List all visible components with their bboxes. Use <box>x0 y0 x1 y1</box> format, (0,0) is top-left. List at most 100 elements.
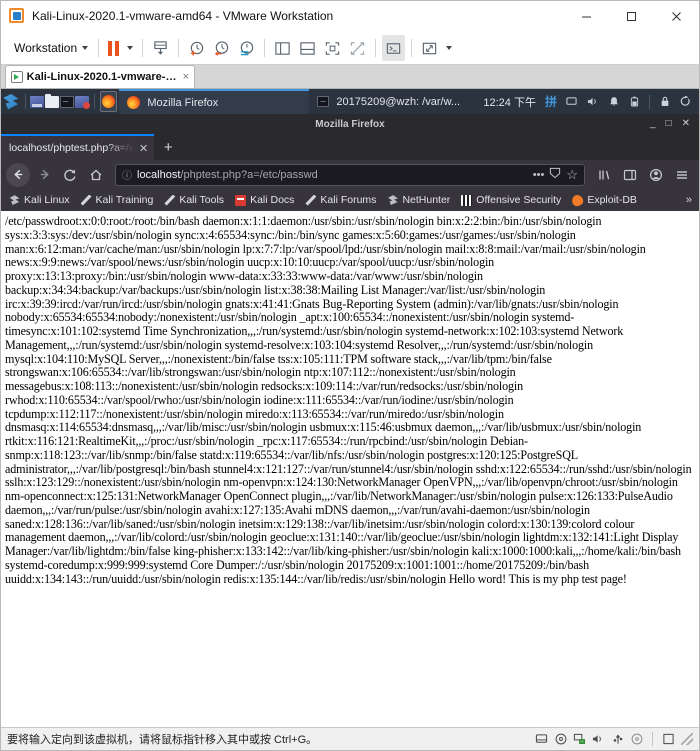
sidebar-icon[interactable] <box>618 163 642 187</box>
network-adapter-icon[interactable] <box>573 733 586 746</box>
home-icon[interactable] <box>84 163 108 187</box>
take-snapshot-button[interactable] <box>185 35 208 61</box>
firefox-window: Mozilla Firefox _ □ ✕ localhost/phptest.… <box>1 114 699 727</box>
workstation-menu-button[interactable]: Workstation <box>8 35 92 61</box>
bookmarks-overflow-chevron-icon[interactable]: » <box>686 194 695 206</box>
bookmark-kali-tools[interactable]: Kali Tools <box>160 194 228 206</box>
close-icon[interactable]: ✕ <box>139 142 148 155</box>
workstation-menu-label: Workstation <box>14 41 78 55</box>
pause-dropdown-caret[interactable] <box>124 35 136 61</box>
display-icon[interactable] <box>562 89 581 114</box>
library-icon[interactable] <box>592 163 616 187</box>
bookmark-kali-training[interactable]: Kali Training <box>77 194 158 206</box>
bookmark-kali-docs[interactable]: Kali Docs <box>231 194 298 206</box>
battery-icon[interactable] <box>625 89 644 114</box>
printer-icon[interactable] <box>630 733 643 746</box>
guest-vm-screen[interactable]: Mozilla Firefox 20175209@wzh: /var/w... … <box>1 89 699 727</box>
unity-mode-button[interactable] <box>346 35 369 61</box>
passwd-dump-text: /etc/passwdroot:x:0:0:root:/root:/bin/ba… <box>5 214 692 586</box>
lock-icon[interactable] <box>655 89 674 114</box>
url-bar[interactable]: ⓘ localhost/phptest.php?a=/etc/passwd ••… <box>115 163 585 186</box>
bookmark-label: Exploit-DB <box>587 194 637 206</box>
close-icon[interactable] <box>654 1 699 32</box>
launcher-firefox-active[interactable] <box>100 91 118 112</box>
stretch-dropdown-caret[interactable] <box>443 35 455 61</box>
close-icon[interactable]: ✕ <box>682 119 690 129</box>
minimize-icon[interactable] <box>564 1 609 32</box>
power-icon[interactable] <box>676 89 695 114</box>
status-message: 要将输入定向到该虚拟机，请将鼠标指针移入其中或按 Ctrl+G。 <box>7 734 318 746</box>
thumbnail-pane-icon <box>300 41 315 55</box>
minimize-icon[interactable]: _ <box>650 119 656 129</box>
toolbar-divider <box>178 39 180 57</box>
launcher-folder[interactable] <box>44 89 59 114</box>
site-info-icon[interactable]: ⓘ <box>122 167 132 182</box>
stretch-icon <box>422 42 437 54</box>
bookmark-label: Kali Forums <box>320 194 377 206</box>
revert-snapshot-button[interactable] <box>210 35 233 61</box>
bookmark-star-icon[interactable]: ☆ <box>566 167 578 183</box>
bookmark-offensive-security[interactable]: Offensive Security <box>457 194 565 206</box>
launcher-app[interactable] <box>75 89 91 114</box>
library-pane-icon <box>275 41 290 55</box>
page-content-area: /etc/passwdroot:x:0:0:root:/root:/bin/ba… <box>1 211 699 727</box>
firefox-bookmarks-bar: Kali Linux Kali Training Kali Tools Kali… <box>1 189 699 211</box>
firefox-icon <box>127 96 141 109</box>
launcher-file-manager[interactable] <box>29 89 44 114</box>
clock[interactable]: 12:24 下午 <box>479 94 540 110</box>
ime-indicator[interactable]: 拼 <box>542 93 560 110</box>
kali-dragon-icon <box>3 94 19 110</box>
hamburger-menu-icon[interactable] <box>670 163 694 187</box>
bookmark-label: NetHunter <box>402 194 451 206</box>
kali-system-tray: 12:24 下午 拼 <box>479 89 699 114</box>
new-tab-button[interactable]: + <box>154 134 182 160</box>
vm-powered-on-icon <box>11 71 23 83</box>
taskbar-item-terminal[interactable]: 20175209@wzh: /var/w... <box>309 89 479 114</box>
send-ctrl-alt-del-button[interactable] <box>149 35 172 61</box>
pause-vm-button[interactable] <box>105 35 122 61</box>
vmware-vm-tab[interactable]: Kali-Linux-2020.1-vmware-a... × <box>5 65 195 88</box>
reload-icon[interactable] <box>58 163 82 187</box>
resize-grip[interactable] <box>681 733 693 745</box>
snapshot-revert-icon <box>215 40 229 56</box>
page-actions-icon[interactable]: ••• <box>533 169 545 181</box>
full-screen-button[interactable] <box>321 35 344 61</box>
reader-mode-icon[interactable] <box>549 167 561 182</box>
stretch-view-button[interactable] <box>418 35 441 61</box>
back-arrow-icon[interactable] <box>6 162 30 187</box>
console-view-button[interactable] <box>382 35 406 61</box>
show-library-button[interactable] <box>271 35 294 61</box>
snapshot-manager-button[interactable] <box>235 35 258 61</box>
show-thumbnails-button[interactable] <box>296 35 319 61</box>
taskbar-item-firefox[interactable]: Mozilla Firefox <box>119 89 310 114</box>
console-icon <box>386 42 401 54</box>
maximize-icon[interactable] <box>609 1 654 32</box>
folder-icon <box>44 93 59 108</box>
bookmark-kali-linux[interactable]: Kali Linux <box>5 194 74 206</box>
app-icon <box>75 95 91 109</box>
vmware-app-icon <box>9 8 25 24</box>
nethunter-icon <box>388 195 398 206</box>
firefox-title-bar: Mozilla Firefox _ □ ✕ <box>1 114 699 134</box>
bookmark-kali-forums[interactable]: Kali Forums <box>301 194 380 206</box>
launcher-terminal[interactable] <box>59 89 74 114</box>
bookmark-nethunter[interactable]: NetHunter <box>383 194 454 206</box>
display-icon[interactable] <box>662 733 675 746</box>
kali-applications-menu-button[interactable] <box>1 89 21 114</box>
bookmark-exploit-db[interactable]: Exploit-DB <box>568 193 641 207</box>
hard-disk-icon[interactable] <box>535 733 548 746</box>
sound-card-icon[interactable] <box>592 733 605 746</box>
firefox-window-title: Mozilla Firefox <box>315 118 385 130</box>
close-icon[interactable]: × <box>183 71 189 83</box>
firefox-tab-active[interactable]: localhost/phptest.php?a=/etc/passwd ✕ <box>1 134 155 160</box>
status-divider <box>652 732 653 746</box>
usb-device-icon[interactable] <box>611 733 624 746</box>
file-manager-icon <box>29 95 44 108</box>
vmware-title-bar: Kali-Linux-2020.1-vmware-amd64 - VMware … <box>1 1 699 32</box>
forward-arrow-icon[interactable] <box>32 163 56 187</box>
account-icon[interactable] <box>644 163 668 187</box>
notification-bell-icon[interactable] <box>604 89 623 114</box>
cd-dvd-icon[interactable] <box>554 733 567 746</box>
volume-icon[interactable] <box>583 89 602 114</box>
maximize-icon[interactable]: □ <box>666 119 672 129</box>
